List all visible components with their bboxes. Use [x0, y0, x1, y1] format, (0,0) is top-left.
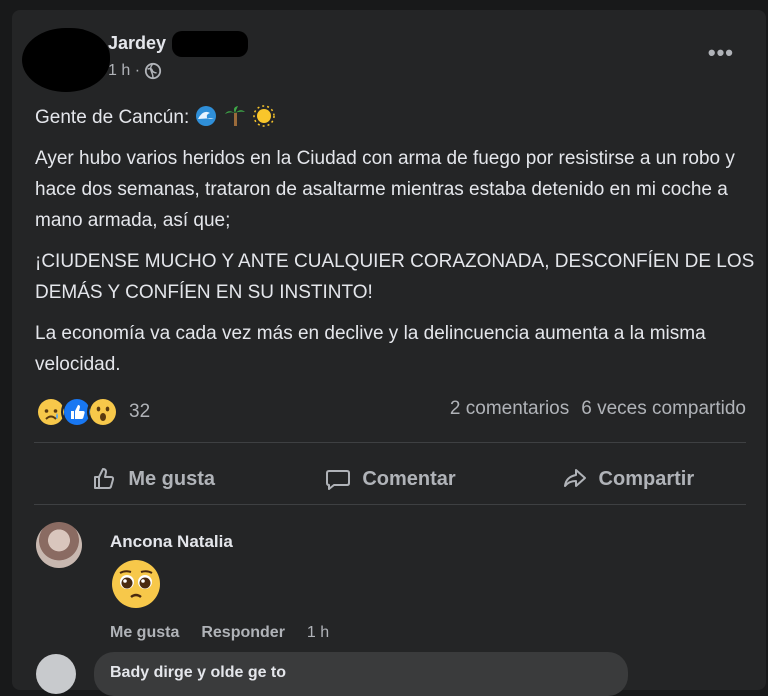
like-button[interactable]: Me gusta — [34, 453, 271, 505]
post-actions: Me gusta Comentar Compartir — [34, 453, 746, 505]
palm-tree-icon — [224, 106, 245, 126]
share-arrow-icon — [563, 469, 586, 487]
share-label: Compartir — [598, 467, 695, 490]
comment-bubble-icon — [326, 470, 351, 490]
divider-top — [34, 442, 746, 443]
post-paragraph-1: Gente de Cancún: — [35, 102, 755, 133]
post-content: Gente de Cancún: Ayer hubo varios herido… — [35, 102, 755, 390]
globe-icon — [144, 62, 162, 80]
reaction-count: 32 — [129, 401, 151, 422]
post-paragraph-2: Ayer hubo varios heridos en la Ciudad co… — [35, 148, 735, 231]
reply-avatar[interactable] — [36, 654, 76, 694]
comment-like-link[interactable]: Me gusta — [110, 624, 179, 642]
reply-preview[interactable]: Bady dirge y olde ge to — [94, 652, 628, 696]
post-meta: 1 h · — [108, 62, 162, 80]
post-author-name[interactable]: Jardey — [108, 33, 166, 54]
post-paragraph-1-text: Gente de Cancún: — [35, 107, 190, 128]
post-paragraph-3: ¡CIUDENSE MUCHO Y ANTE CUALQUIER CORAZON… — [35, 251, 755, 303]
like-label: Me gusta — [128, 467, 215, 490]
commenter-avatar[interactable] — [36, 522, 82, 568]
comment-actions: Me gusta Responder 1 h — [110, 624, 329, 642]
reply-preview-text: Bady dirge y olde ge to — [110, 664, 287, 681]
engagement-counts: 2 comentarios 6 veces compartido — [450, 398, 746, 420]
sun-icon — [253, 105, 275, 127]
thumbs-up-icon — [94, 468, 115, 489]
comment-button[interactable]: Comentar — [271, 453, 508, 505]
post-paragraph-4: La economía va cada vez más en declive y… — [35, 323, 706, 375]
reactions-summary[interactable]: 32 — [35, 396, 150, 428]
author-avatar-redacted[interactable] — [22, 28, 110, 92]
more-options-icon[interactable]: ••• — [708, 40, 734, 66]
comments-count-link[interactable]: 2 comentarios — [450, 398, 569, 420]
comment-label: Comentar — [362, 467, 456, 490]
divider-bottom — [34, 504, 746, 505]
comment-time[interactable]: 1 h — [307, 624, 329, 642]
comment-reply-link[interactable]: Responder — [201, 624, 285, 642]
commenter-name[interactable]: Ancona Natalia — [110, 532, 233, 552]
share-button[interactable]: Compartir — [509, 453, 746, 505]
wow-reaction-icon — [87, 396, 119, 428]
author-name-redaction — [172, 31, 248, 57]
pleading-face-icon — [112, 560, 160, 608]
shares-count-link[interactable]: 6 veces compartido — [581, 398, 746, 420]
post-card: Jardey 1 h · ••• Gente de Cancún: Ayer h… — [12, 10, 766, 696]
post-time[interactable]: 1 h · — [108, 62, 140, 80]
wave-icon — [195, 106, 216, 126]
